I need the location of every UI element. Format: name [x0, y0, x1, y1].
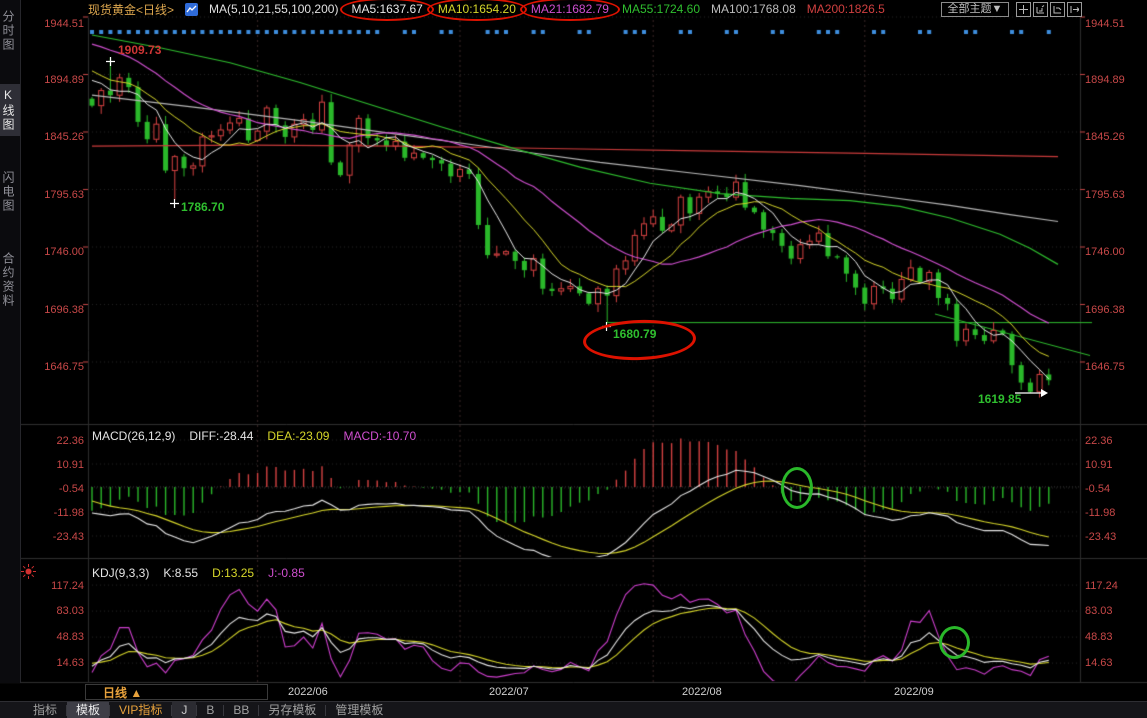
- macd-params: MACD(26,12,9): [92, 429, 175, 443]
- tab-b[interactable]: B: [197, 702, 223, 718]
- tab-templates[interactable]: 模板: [67, 702, 109, 718]
- x-axis-date: 2022/07: [489, 686, 529, 698]
- ma10-value: MA10:1654.20: [436, 2, 518, 16]
- annotation-low-1619: 1619.85: [978, 392, 1021, 406]
- macd-axis-label: -11.98: [1085, 507, 1143, 519]
- tab-manage-templates[interactable]: 管理模板: [326, 702, 392, 718]
- pane-split-icon[interactable]: [1050, 2, 1065, 17]
- kdj-j-value: J:-0.85: [268, 566, 305, 580]
- ma200-value: MA200:1826.5: [807, 2, 885, 16]
- x-axis-date: 2022/08: [682, 686, 722, 698]
- macd-header: MACD(26,12,9) DIFF:-28.44 DEA:-23.09 MAC…: [92, 429, 430, 443]
- macd-diff-value: DIFF:-28.44: [189, 429, 253, 443]
- kdj-d-value: D:13.25: [212, 566, 254, 580]
- chart-icon: [185, 3, 198, 16]
- tab-j[interactable]: J: [172, 702, 196, 718]
- y-axis-label: 1696.38: [28, 304, 84, 316]
- kdj-k-value: K:8.55: [163, 566, 198, 580]
- kdj-axis-label: 83.03: [1085, 605, 1143, 617]
- y-axis-label: 1746.00: [1085, 246, 1143, 258]
- kdj-axis-label: 83.03: [28, 605, 84, 617]
- cross-marker: [170, 195, 179, 213]
- sun-marker-icon: [21, 564, 36, 584]
- crosshair-icon[interactable]: [1016, 2, 1031, 17]
- ma21-value: MA21:1682.79: [529, 2, 611, 16]
- trading-app-window: 分时图 K线图 闪电图 合约资料 现货黄金<日线> MA(5,10,21,55,…: [0, 0, 1147, 718]
- x-axis-date: 2022/09: [894, 686, 934, 698]
- tab-bb[interactable]: BB: [224, 702, 258, 718]
- tab-vip-indicators[interactable]: VIP指标: [110, 702, 171, 718]
- left-sidebar: 分时图 K线图 闪电图 合约资料: [0, 0, 21, 683]
- macd-macd-value: MACD:-10.70: [343, 429, 416, 443]
- ma-formula-label: MA(5,10,21,55,100,200): [209, 2, 338, 16]
- macd-axis-label: 10.91: [1085, 459, 1143, 471]
- tab-indicators[interactable]: 指标: [24, 702, 66, 718]
- macd-axis-label: -23.43: [28, 531, 84, 543]
- macd-axis-label: 22.36: [1085, 435, 1143, 447]
- pane-expand-icon[interactable]: [1033, 2, 1048, 17]
- kdj-cross-circle: [939, 626, 970, 659]
- macd-axis-label: -11.98: [28, 507, 84, 519]
- macd-axis-label: 22.36: [28, 435, 84, 447]
- instrument-title: 现货黄金<日线>: [88, 1, 174, 18]
- chart-canvas[interactable]: [0, 0, 1147, 718]
- pane-popout-icon[interactable]: [1067, 2, 1082, 17]
- kdj-axis-label: 48.83: [1085, 631, 1143, 643]
- y-axis-label: 1894.89: [28, 74, 84, 86]
- y-axis-label: 1845.26: [28, 131, 84, 143]
- kdj-axis-label: 117.24: [28, 580, 84, 592]
- kdj-axis-label: 14.63: [1085, 657, 1143, 669]
- ma100-value: MA100:1768.08: [711, 2, 796, 16]
- ma5-value: MA5:1637.67: [349, 2, 424, 16]
- ma55-value: MA55:1724.60: [622, 2, 700, 16]
- x-axis-date: 2022/06: [288, 686, 328, 698]
- annotation-low-1786: 1786.70: [181, 200, 224, 214]
- sidebar-item-lightning-chart[interactable]: 闪电图: [0, 166, 20, 218]
- header-toolbar: [1016, 2, 1082, 17]
- annotation-high-1909: 1909.73: [118, 43, 161, 57]
- kdj-header: KDJ(9,3,3) K:8.55 D:13.25 J:-0.85: [92, 566, 319, 580]
- y-axis-label: 1746.00: [28, 246, 84, 258]
- sidebar-item-time-chart[interactable]: 分时图: [0, 5, 20, 57]
- sidebar-item-contract-info[interactable]: 合约资料: [0, 246, 20, 314]
- macd-dea-value: DEA:-23.09: [267, 429, 329, 443]
- y-axis-label: 1646.75: [1085, 361, 1143, 373]
- macd-axis-label: 10.91: [28, 459, 84, 471]
- tab-save-template[interactable]: 另存模板: [259, 702, 325, 718]
- y-axis-label: 1944.51: [28, 18, 84, 30]
- cross-marker: [106, 53, 115, 71]
- y-axis-label: 1795.63: [1085, 189, 1143, 201]
- kdj-axis-label: 14.63: [28, 657, 84, 669]
- theme-dropdown-button[interactable]: 全部主题▼: [941, 2, 1009, 17]
- macd-cross-circle: [781, 467, 813, 509]
- macd-axis-label: -23.43: [1085, 531, 1143, 543]
- bottom-tab-bar: 指标 模板 VIP指标 J B BB 另存模板 管理模板: [0, 701, 1147, 718]
- kdj-axis-label: 48.83: [28, 631, 84, 643]
- macd-axis-label: -0.54: [28, 483, 84, 495]
- sidebar-item-kline-chart[interactable]: K线图: [0, 84, 20, 136]
- y-axis-label: 1894.89: [1085, 74, 1143, 86]
- y-axis-label: 1944.51: [1085, 18, 1143, 30]
- kdj-params: KDJ(9,3,3): [92, 566, 149, 580]
- macd-axis-label: -0.54: [1085, 483, 1143, 495]
- y-axis-label: 1646.75: [28, 361, 84, 373]
- y-axis-label: 1795.63: [28, 189, 84, 201]
- y-axis-label: 1845.26: [1085, 131, 1143, 143]
- period-selector[interactable]: 日线 ▲: [85, 684, 268, 700]
- y-axis-label: 1696.38: [1085, 304, 1143, 316]
- kdj-axis-label: 117.24: [1085, 580, 1143, 592]
